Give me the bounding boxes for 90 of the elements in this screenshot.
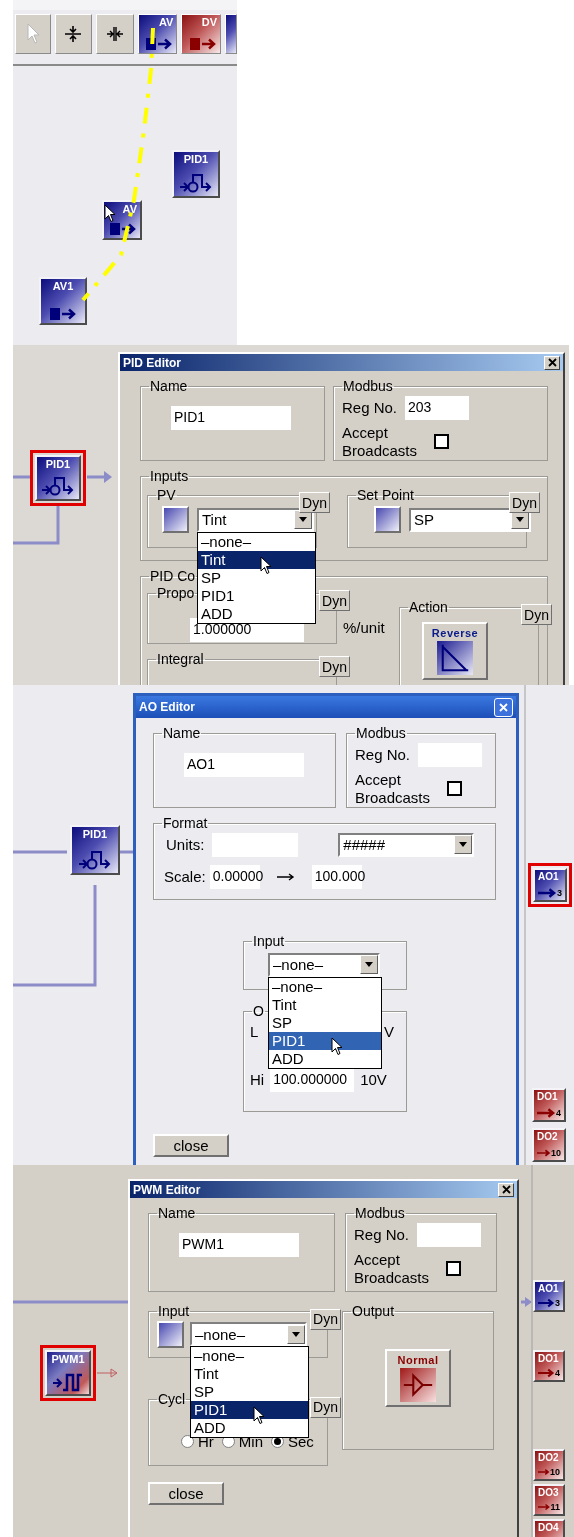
value-field[interactable]: 100.000000 xyxy=(270,1067,355,1092)
function-block[interactable]: AO1 3 xyxy=(528,863,572,907)
block-label: AO1 xyxy=(538,1284,559,1294)
block-label: PID1 xyxy=(82,829,108,840)
block-label: PID1 xyxy=(45,459,71,470)
group-label: Modbus xyxy=(342,379,394,394)
function-block[interactable]: AV xyxy=(102,200,142,240)
block-label: AO1 xyxy=(538,872,559,882)
window-title: AO Editor xyxy=(139,700,195,714)
dyn-button[interactable]: Dyn xyxy=(310,1308,341,1330)
function-block[interactable]: PID1 xyxy=(172,150,220,198)
dyn-button[interactable]: Dyn xyxy=(319,590,350,612)
close-button[interactable]: close xyxy=(153,1134,229,1157)
dyn-button[interactable]: Dyn xyxy=(319,656,350,678)
action-button[interactable]: Reverse xyxy=(422,622,488,681)
block-label: DO1 xyxy=(537,1092,558,1102)
field-label: Reg No. xyxy=(355,746,411,764)
function-block[interactable]: DO2 10 xyxy=(532,1128,566,1162)
field-label: Scale: xyxy=(164,868,206,886)
block-tool-button[interactable]: AV xyxy=(137,14,178,54)
group-label: O xyxy=(252,1004,265,1019)
name-field[interactable]: PID1 xyxy=(171,405,291,430)
group-label: Format xyxy=(162,816,209,831)
block-label: PID1 xyxy=(183,154,209,165)
function-block[interactable]: PWM1 xyxy=(40,1345,96,1401)
group-label: PV xyxy=(156,487,177,503)
block-label: PWM1 xyxy=(51,1354,85,1365)
block-label: DO2 xyxy=(537,1132,558,1142)
channel-number: 3 xyxy=(555,1299,560,1308)
dyn-button[interactable]: Dyn xyxy=(509,492,540,514)
channel-number: 10 xyxy=(551,1149,561,1158)
function-block[interactable]: AO1 3 xyxy=(533,1280,565,1312)
channel-number: 10 xyxy=(550,1468,560,1477)
block-label: AV1 xyxy=(52,281,74,292)
function-block[interactable]: PID1 xyxy=(70,825,120,875)
group-label: Input xyxy=(252,934,286,949)
block-label: DO4 xyxy=(538,1523,559,1533)
group-label: Inputs xyxy=(149,469,190,484)
unit-label: 10V xyxy=(360,1071,387,1089)
group-label: Name xyxy=(157,1206,197,1221)
close-button[interactable]: close xyxy=(148,1482,224,1505)
name-field[interactable]: PWM1 xyxy=(179,1232,299,1257)
field-label: Accept Broadcasts xyxy=(355,770,432,807)
window-title: PWM Editor xyxy=(133,1182,201,1197)
unit-label: V xyxy=(384,1022,394,1040)
function-block[interactable]: PID1 xyxy=(30,450,86,506)
group-label: Output xyxy=(351,1304,396,1319)
field-label: Reg No. xyxy=(342,399,398,417)
function-block[interactable]: DO4 xyxy=(533,1519,565,1537)
block-label: DO2 xyxy=(538,1453,559,1463)
function-block[interactable]: DO3 11 xyxy=(533,1484,565,1516)
group-label: PID Co xyxy=(149,569,197,584)
group-label: Action xyxy=(408,599,449,615)
field-label: Accept Broadcasts xyxy=(354,1250,431,1287)
function-block[interactable]: DO1 4 xyxy=(533,1350,565,1382)
unit-label: %/unit xyxy=(343,618,385,636)
field-label: Reg No. xyxy=(354,1226,410,1244)
block-tool-button[interactable]: DV xyxy=(181,14,222,54)
field-label: Accept Broadcasts xyxy=(342,423,419,460)
group-label: Integral xyxy=(156,651,205,667)
group-label: Input xyxy=(157,1304,191,1319)
dyn-button[interactable]: Dyn xyxy=(521,604,552,626)
dyn-button[interactable]: Dyn xyxy=(299,492,330,514)
field-label: Units: xyxy=(166,836,205,854)
field-label: L xyxy=(250,1022,259,1040)
channel-number: 4 xyxy=(555,1369,560,1378)
channel-number: 11 xyxy=(550,1503,560,1512)
group-label: Cycl xyxy=(157,1392,187,1407)
group-label: Propo xyxy=(156,585,196,601)
register-field[interactable]: 203 xyxy=(405,395,470,420)
block-label: AV xyxy=(122,204,137,215)
group-label: Modbus xyxy=(355,726,407,741)
window-title: PID Editor xyxy=(123,355,181,370)
block-label: DO1 xyxy=(538,1354,559,1364)
group-label: Modbus xyxy=(354,1206,406,1221)
group-label: Name xyxy=(149,379,189,394)
block-label: DO3 xyxy=(538,1488,559,1498)
channel-number: 4 xyxy=(556,1109,561,1118)
output-mode-button[interactable]: Normal xyxy=(385,1348,451,1407)
field-label: Hi xyxy=(250,1071,265,1089)
dyn-button[interactable]: Dyn xyxy=(310,1396,341,1418)
group-label: Name xyxy=(162,726,202,741)
function-block[interactable]: DO2 10 xyxy=(533,1449,565,1481)
dropdown-option[interactable]: PID1 xyxy=(191,1401,308,1420)
channel-number: 3 xyxy=(557,889,562,898)
group-label: Set Point xyxy=(356,487,415,503)
function-block[interactable]: AV1 xyxy=(39,277,87,325)
name-field[interactable]: AO1 xyxy=(184,752,304,777)
dropdown[interactable]: ##### xyxy=(338,832,475,857)
function-block[interactable]: DO1 4 xyxy=(532,1088,566,1122)
